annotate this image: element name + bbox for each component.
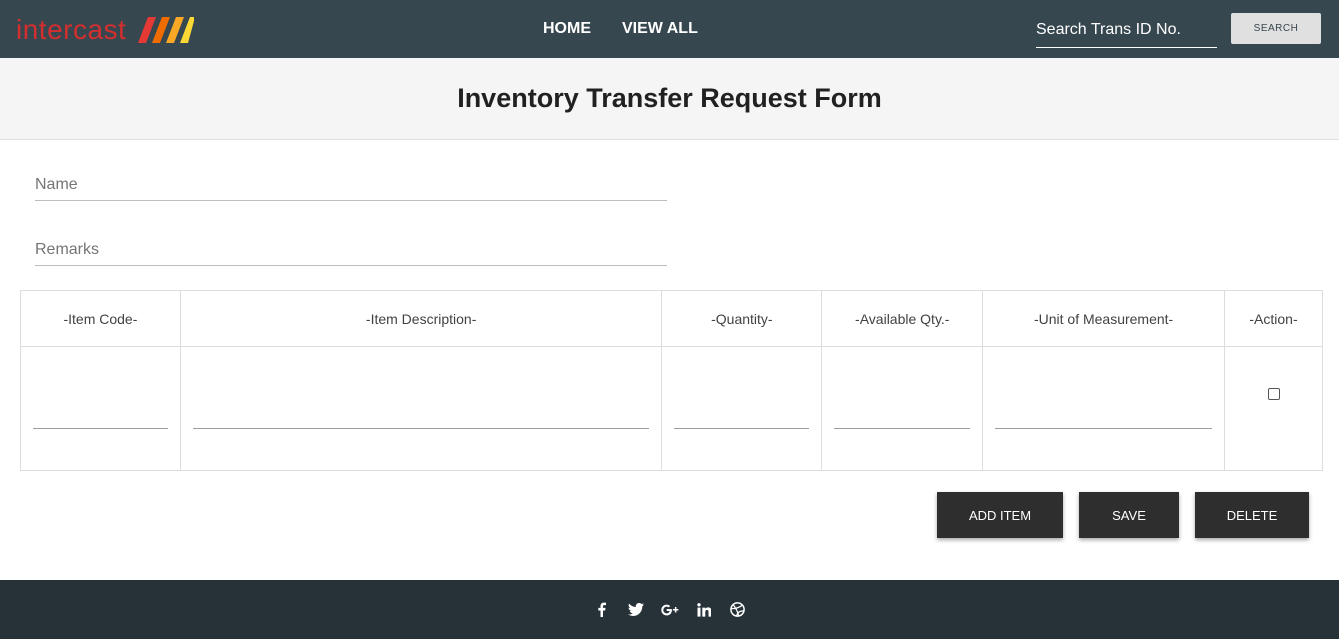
remarks-input[interactable] [35, 236, 667, 264]
dribbble-icon[interactable] [729, 601, 747, 619]
add-item-button[interactable]: ADD ITEM [937, 492, 1063, 538]
table-row [20, 346, 1323, 471]
nav-home-link[interactable]: HOME [543, 20, 591, 38]
brand-logo[interactable]: intercast [16, 14, 195, 46]
header-item-code: -Item Code- [20, 290, 181, 347]
quantity-cell [661, 346, 823, 471]
name-input[interactable] [35, 171, 667, 199]
table-header-row: -Item Code- -Item Description- -Quantity… [20, 290, 1323, 347]
page-header: Inventory Transfer Request Form [0, 58, 1339, 140]
items-table: -Item Code- -Item Description- -Quantity… [20, 290, 1323, 471]
item-code-input[interactable] [33, 405, 168, 427]
header-unit-of-measurement: -Unit of Measurement- [982, 290, 1226, 347]
row-select-checkbox[interactable] [1267, 388, 1280, 400]
social-links [585, 601, 755, 619]
page-title: Inventory Transfer Request Form [457, 83, 882, 113]
nav-view-all-link[interactable]: VIEW ALL [622, 20, 698, 38]
quantity-input[interactable] [674, 405, 810, 427]
delete-button[interactable]: DELETE [1195, 492, 1309, 538]
unit-of-measurement-input[interactable] [995, 405, 1213, 427]
header-quantity: -Quantity- [661, 290, 823, 347]
header-available-qty: -Available Qty.- [821, 290, 984, 347]
action-cell [1224, 346, 1323, 471]
facebook-icon[interactable] [593, 601, 611, 619]
header-action: -Action- [1224, 290, 1323, 347]
brand-stripes-icon [138, 17, 195, 43]
unit-of-measurement-cell [982, 346, 1226, 471]
available-qty-input[interactable] [834, 405, 971, 427]
name-field [35, 171, 667, 201]
search-button[interactable]: SEARCH [1231, 13, 1321, 44]
item-description-input[interactable] [192, 405, 650, 427]
linkedin-icon[interactable] [695, 601, 713, 619]
brand-name: intercast [16, 14, 127, 45]
top-navbar: intercast HOME VIEW ALL SEARCH [0, 0, 1339, 58]
footer [0, 580, 1339, 639]
search-field [1036, 14, 1217, 48]
remarks-field [35, 236, 667, 266]
item-description-cell [179, 346, 663, 471]
available-qty-cell [821, 346, 984, 471]
search-input[interactable] [1036, 14, 1217, 46]
google-plus-icon[interactable] [660, 601, 679, 619]
save-button[interactable]: SAVE [1079, 492, 1179, 538]
item-code-cell [20, 346, 181, 471]
main-nav: HOME VIEW ALL [543, 0, 729, 58]
header-item-description: -Item Description- [179, 290, 663, 347]
twitter-icon[interactable] [627, 601, 645, 619]
